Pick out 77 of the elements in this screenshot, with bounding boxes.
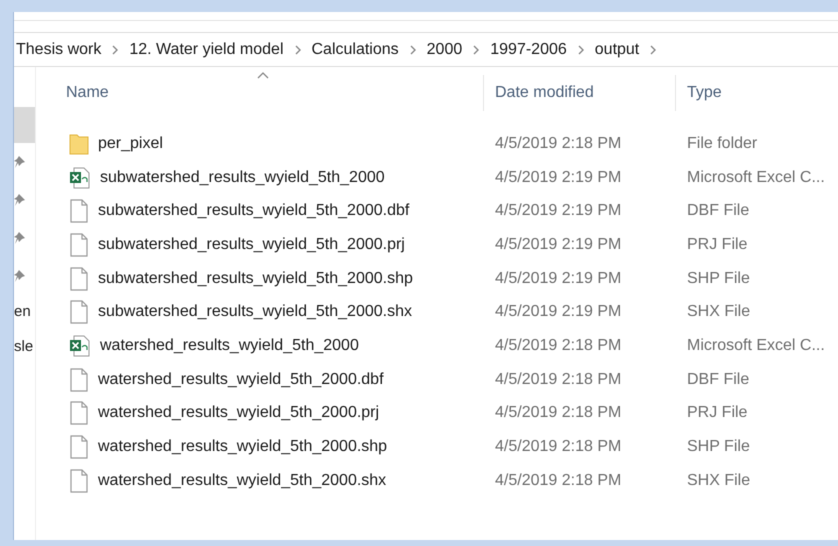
spreadsheet-file-icon (69, 334, 91, 357)
chevron-icon (472, 44, 480, 54)
file-type: PRJ File (687, 404, 748, 422)
file-type: DBF File (687, 370, 750, 388)
date-modified: 4/5/2019 2:18 PM (495, 438, 622, 456)
column-header[interactable]: Name (66, 81, 109, 105)
file-type: File folder (687, 134, 758, 152)
file-row[interactable]: subwatershed_results_wyield_5th_2000.dbf 4/5/2019 2:19 PM DBF File (36, 194, 838, 228)
file-type: PRJ File (687, 236, 748, 253)
sidebar-item[interactable]: en (14, 301, 31, 324)
file-type: SHP File (687, 270, 750, 287)
file-name: watershed_results_wyield_5th_2000 (100, 336, 359, 356)
breadcrumb-item[interactable]: Thesis work (16, 38, 102, 62)
date-modified: 4/5/2019 2:19 PM (495, 202, 622, 220)
date-modified: 4/5/2019 2:18 PM (495, 370, 622, 388)
file-icon (69, 232, 89, 257)
file-row[interactable]: watershed_results_wyield_5th_2000.dbf 4/5/2019 2:18 PM DBF File (36, 362, 838, 396)
file-type: SHP File (687, 438, 750, 456)
file-icon (69, 199, 89, 224)
breadcrumb-item[interactable]: Calculations (312, 38, 399, 62)
file-name: per_pixel (98, 134, 163, 154)
pin-icon[interactable] (14, 193, 26, 207)
date-modified: 4/5/2019 2:19 PM (495, 168, 622, 186)
date-modified: 4/5/2019 2:18 PM (495, 336, 622, 354)
spreadsheet-file-icon (69, 166, 91, 189)
file-name: subwatershed_results_wyield_5th_2000.shx (98, 302, 412, 322)
date-modified: 4/5/2019 2:18 PM (495, 472, 622, 489)
pin-icon[interactable] (14, 231, 26, 245)
file-row[interactable]: watershed_results_wyield_5th_2000.prj 4/5/2019 2:18 PM PRJ File (36, 396, 838, 430)
date-modified: 4/5/2019 2:19 PM (495, 236, 622, 253)
file-type: Microsoft Excel C... (687, 336, 825, 354)
file-icon (69, 368, 89, 392)
breadcrumb-item[interactable]: output (594, 38, 640, 62)
file-row[interactable]: watershed_results_wyield_5th_2000 4/5/2019 2:18 PM Microsoft Excel C... (36, 329, 838, 363)
chevron-icon (576, 44, 585, 54)
file-name: subwatershed_results_wyield_5th_2000.prj (98, 234, 405, 255)
chevron-icon (294, 44, 302, 54)
file-type: SHX File (687, 472, 750, 489)
file-type: DBF File (687, 202, 750, 220)
date-modified: 4/5/2019 2:18 PM (495, 134, 622, 152)
file-icon (69, 401, 89, 426)
date-modified: 4/5/2019 2:19 PM (495, 270, 622, 287)
file-row[interactable]: watershed_results_wyield_5th_2000.shx 4/5/2019 2:18 PM SHX File (36, 464, 838, 498)
breadcrumb-item[interactable]: 2000 (426, 38, 462, 62)
breadcrumb-item[interactable]: 12. Water yield model (129, 38, 284, 62)
file-icon (69, 435, 89, 460)
file-name: watershed_results_wyield_5th_2000.shx (98, 470, 386, 491)
file-icon (69, 468, 89, 493)
file-name: subwatershed_results_wyield_5th_2000 (100, 168, 385, 188)
file-row[interactable]: subwatershed_results_wyield_5th_2000.prj 4/5/2019 2:19 PM PRJ File (36, 228, 838, 262)
file-row[interactable]: subwatershed_results_wyield_5th_2000 4/5/2019 2:19 PM Microsoft Excel C... (36, 160, 838, 194)
sidebar-item[interactable]: sle (14, 336, 34, 359)
file-row[interactable]: watershed_results_wyield_5th_2000.shp 4/5/2019 2:18 PM SHP File (36, 430, 838, 464)
date-modified: 4/5/2019 2:18 PM (495, 404, 622, 422)
file-icon (69, 300, 89, 324)
file-type: SHX File (687, 303, 750, 320)
file-row[interactable]: subwatershed_results_wyield_5th_2000.shp 4/5/2019 2:19 PM SHP File (36, 262, 838, 296)
column-header[interactable]: Type (687, 81, 722, 105)
file-icon (69, 266, 89, 291)
file-type: Microsoft Excel C... (687, 168, 825, 186)
pin-icon[interactable] (14, 155, 26, 169)
file-name: watershed_results_wyield_5th_2000.prj (98, 403, 380, 424)
file-name: subwatershed_results_wyield_5th_2000.shp (98, 268, 413, 289)
pin-icon[interactable] (14, 269, 26, 283)
file-row[interactable]: subwatershed_results_wyield_5th_2000.shx 4/5/2019 2:19 PM SHX File (36, 295, 838, 330)
column-header[interactable]: Date modified (495, 81, 594, 105)
breadcrumb-item[interactable]: 1997-2006 (490, 38, 567, 62)
chevron-icon (111, 44, 120, 54)
file-row[interactable]: per_pixel 4/5/2019 2:18 PM File folder (36, 127, 838, 161)
sort-ascending-icon (257, 71, 269, 79)
chevron-icon (649, 44, 658, 54)
chevron-icon (408, 44, 417, 54)
file-name: watershed_results_wyield_5th_2000.dbf (98, 370, 384, 390)
folder-icon (69, 132, 89, 155)
file-name: subwatershed_results_wyield_5th_2000.dbf (98, 201, 410, 222)
file-name: watershed_results_wyield_5th_2000.shp (98, 437, 388, 458)
date-modified: 4/5/2019 2:19 PM (495, 303, 622, 320)
